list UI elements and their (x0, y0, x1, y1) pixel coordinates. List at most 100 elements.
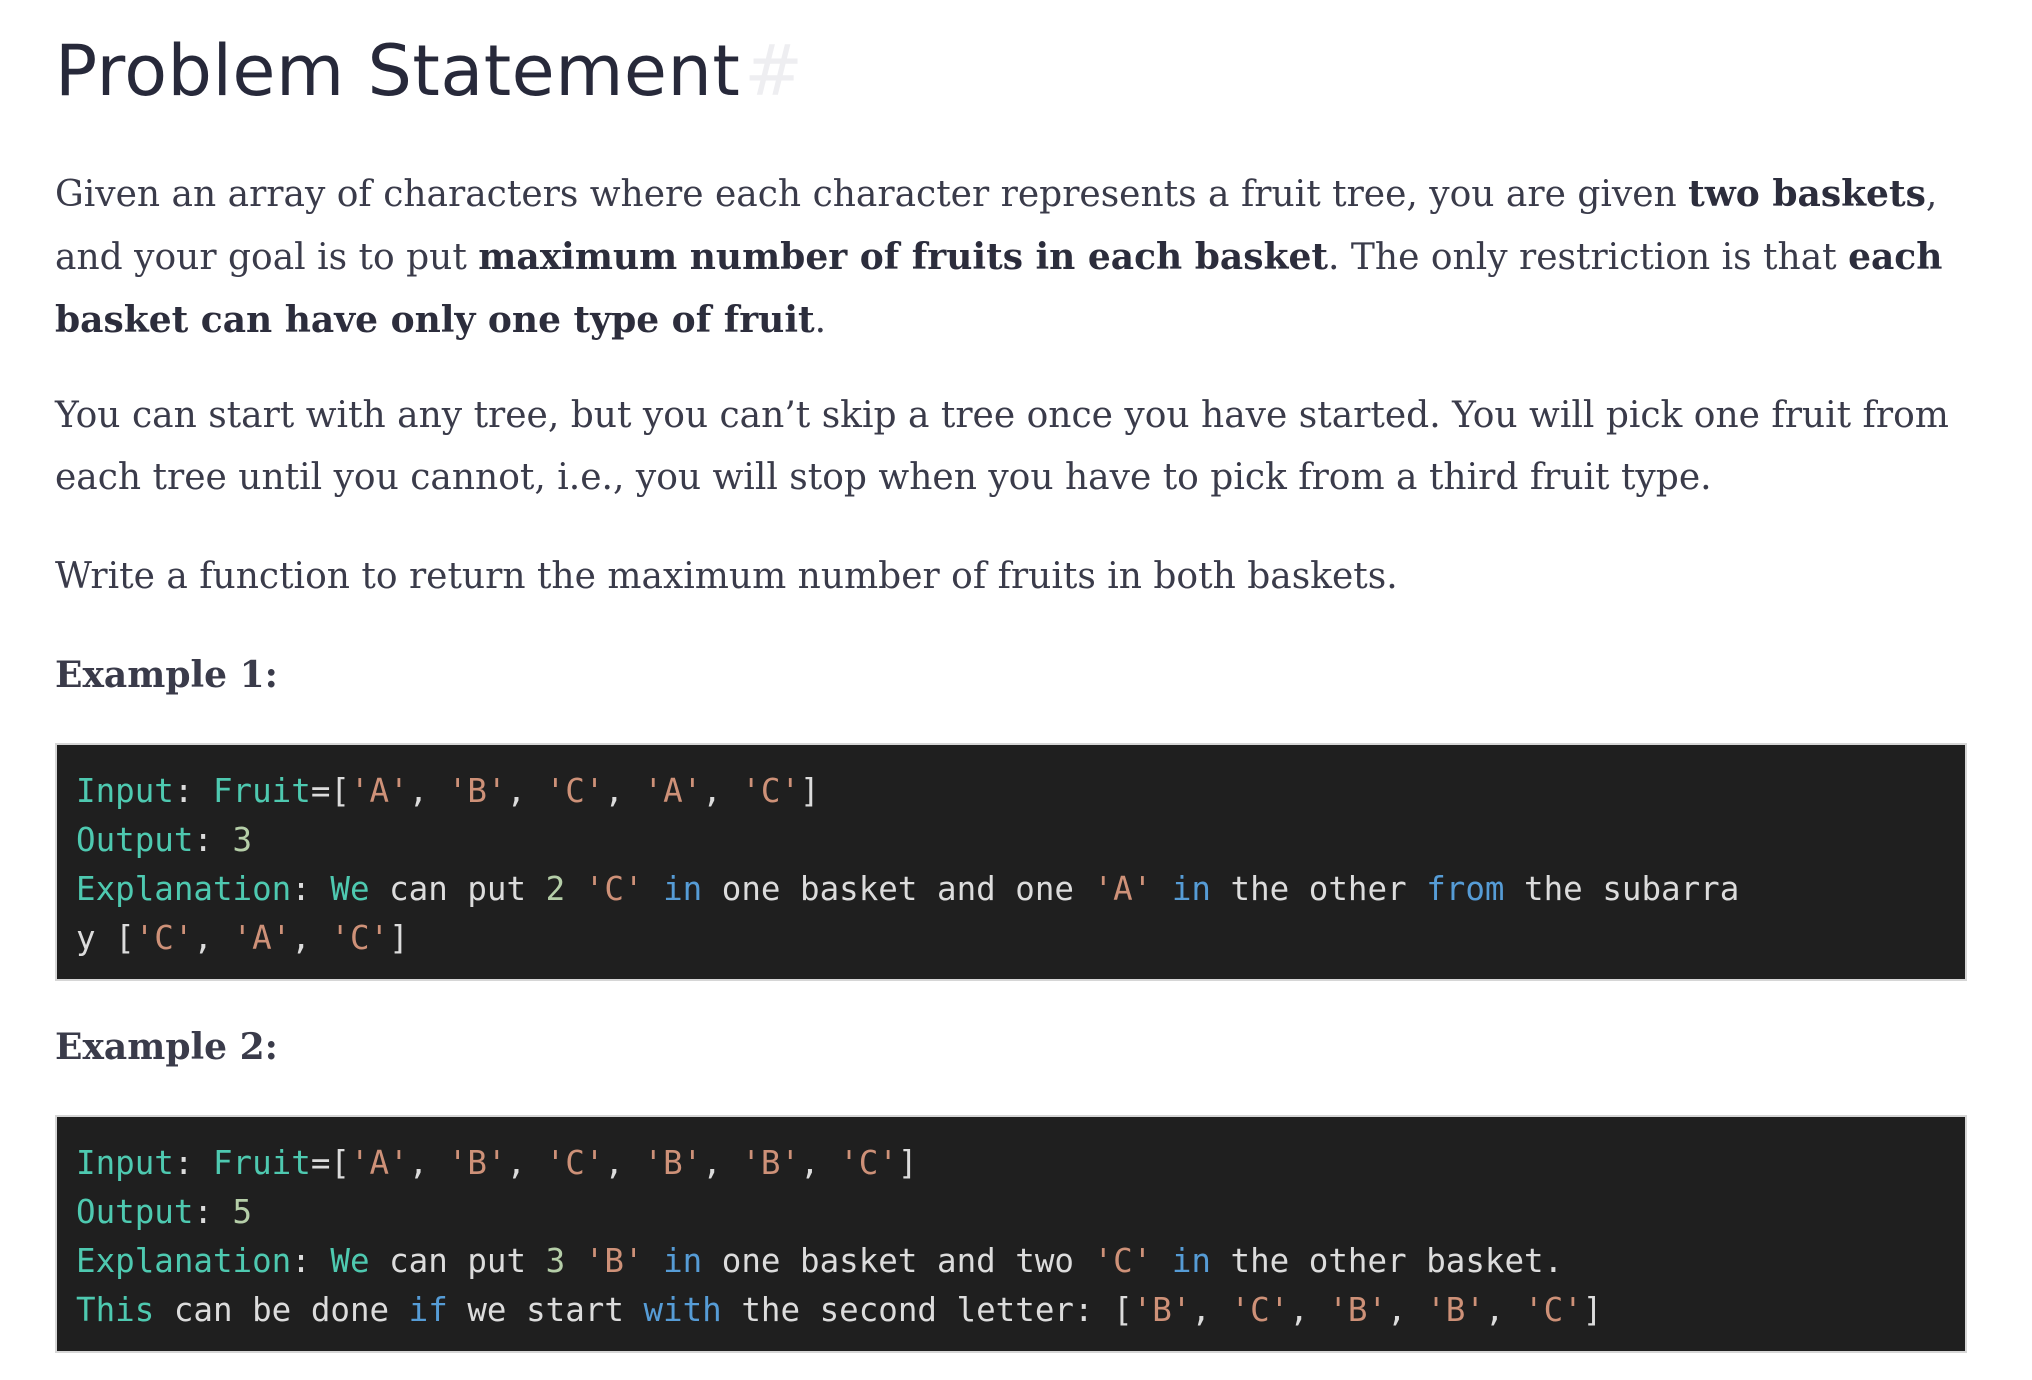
code-token: in (663, 870, 703, 908)
heading-anchor-link[interactable]: # (744, 30, 803, 112)
code-line: This can be done if we start with the se… (76, 1286, 1946, 1335)
code-token: This (76, 1291, 155, 1329)
code-token: can put (369, 1242, 546, 1280)
code-token: one basket and two (702, 1242, 1094, 1280)
problem-rules: You can start with any tree, but you can… (55, 395, 1949, 498)
code-token: ] (800, 772, 820, 810)
example-2-heading: Example 2: (55, 1026, 278, 1068)
code-token: if (408, 1291, 448, 1329)
code-line: Input: Fruit=['A', 'B', 'C', 'B', 'B', '… (76, 1139, 1946, 1188)
code-token: can put (369, 870, 546, 908)
code-token: ] (897, 1144, 918, 1182)
code-token: =[ (310, 772, 350, 810)
code-token: the other basket. (1210, 1242, 1564, 1280)
code-token: 'C' (545, 772, 605, 810)
code-token: 'A' (643, 772, 703, 810)
code-token: : (193, 821, 233, 859)
example-2-code-block: Input: Fruit=['A', 'B', 'C', 'B', 'B', '… (55, 1115, 1967, 1353)
title-row: Problem Statement # (55, 26, 803, 116)
code-token: , (1191, 1291, 1231, 1329)
code-line: y ['C', 'A', 'C'] (76, 914, 1946, 963)
code-token: , (604, 1144, 644, 1182)
code-token: 3 (232, 821, 253, 859)
code-token: 'B' (1426, 1291, 1485, 1329)
code-token: Output (76, 1193, 194, 1231)
code-token: in (1171, 1242, 1211, 1280)
code-token: , (506, 772, 546, 810)
code-token: 'C' (839, 1144, 898, 1182)
p1-text-3: . The only restriction is that (1328, 237, 1849, 278)
code-token: 'B' (584, 1242, 644, 1280)
code-token: 'C' (1230, 1291, 1290, 1329)
code-token: the subarra (1504, 870, 1740, 908)
code-token: can be done (154, 1291, 409, 1329)
code-token: We (330, 1242, 370, 1280)
code-token: 'C' (584, 870, 644, 908)
code-token: : (173, 772, 213, 810)
code-token: =[ (310, 1144, 350, 1182)
code-line: Output: 3 (76, 816, 1946, 865)
code-token: Output (76, 821, 194, 859)
code-token: : (173, 1144, 213, 1182)
code-token: : (291, 870, 331, 908)
p1-bold-1: two baskets (1688, 173, 1926, 215)
code-token: We (330, 870, 370, 908)
code-token: , (408, 1144, 448, 1182)
code-token: we start (447, 1291, 644, 1329)
p1-text-4: . (814, 300, 827, 341)
code-token: with (643, 1291, 722, 1329)
example-1-heading: Example 1: (55, 654, 278, 696)
code-token: in (1171, 870, 1211, 908)
code-token: , (193, 919, 233, 957)
code-token: 'B' (1328, 1291, 1388, 1329)
code-token: 5 (232, 1193, 253, 1231)
code-token: ] (389, 919, 409, 957)
code-line: Output: 5 (76, 1188, 1946, 1237)
code-token: 'B' (447, 772, 507, 810)
code-token: , (1289, 1291, 1329, 1329)
code-token: y [ (76, 919, 135, 957)
code-token: in (663, 1242, 703, 1280)
code-token: ] (1582, 1291, 1603, 1329)
code-token: Explanation (76, 870, 292, 908)
code-token: 'A' (232, 919, 292, 957)
code-token: 'C' (1093, 1242, 1153, 1280)
code-token: , (702, 772, 742, 810)
p1-bold-2: maximum number of fruits in each basket (478, 236, 1328, 278)
code-token: , (291, 919, 331, 957)
code-token: 'C' (1524, 1291, 1583, 1329)
code-token: , (604, 772, 644, 810)
code-token: 2 (545, 870, 566, 908)
problem-task: Write a function to return the maximum n… (55, 556, 1398, 597)
code-token: 'C' (330, 919, 390, 957)
code-token: 'B' (741, 1144, 801, 1182)
code-token: 'A' (349, 772, 409, 810)
code-token: , (800, 1144, 840, 1182)
code-token: : (291, 1242, 331, 1280)
code-token: one basket and one (702, 870, 1094, 908)
code-token: Input (76, 1144, 174, 1182)
code-token: , (506, 1144, 546, 1182)
code-token: , (1387, 1291, 1427, 1329)
code-token: , (702, 1144, 742, 1182)
code-token: 'B' (1132, 1291, 1192, 1329)
code-line: Input: Fruit=['A', 'B', 'C', 'A', 'C'] (76, 767, 1946, 816)
code-token: Explanation (76, 1242, 292, 1280)
code-token: 'A' (1093, 870, 1153, 908)
code-line: Explanation: We can put 2 'C' in one bas… (76, 865, 1946, 914)
example-1-code-block: Input: Fruit=['A', 'B', 'C', 'A', 'C'] O… (55, 743, 1967, 981)
code-token: from (1426, 870, 1505, 908)
code-token: 'B' (447, 1144, 507, 1182)
code-token: Fruit (212, 1144, 311, 1182)
code-token: the second letter: [ (721, 1291, 1133, 1329)
code-token: Fruit (212, 772, 311, 810)
code-token: 'C' (545, 1144, 605, 1182)
code-token: , (1484, 1291, 1525, 1329)
code-token: 'B' (643, 1144, 703, 1182)
